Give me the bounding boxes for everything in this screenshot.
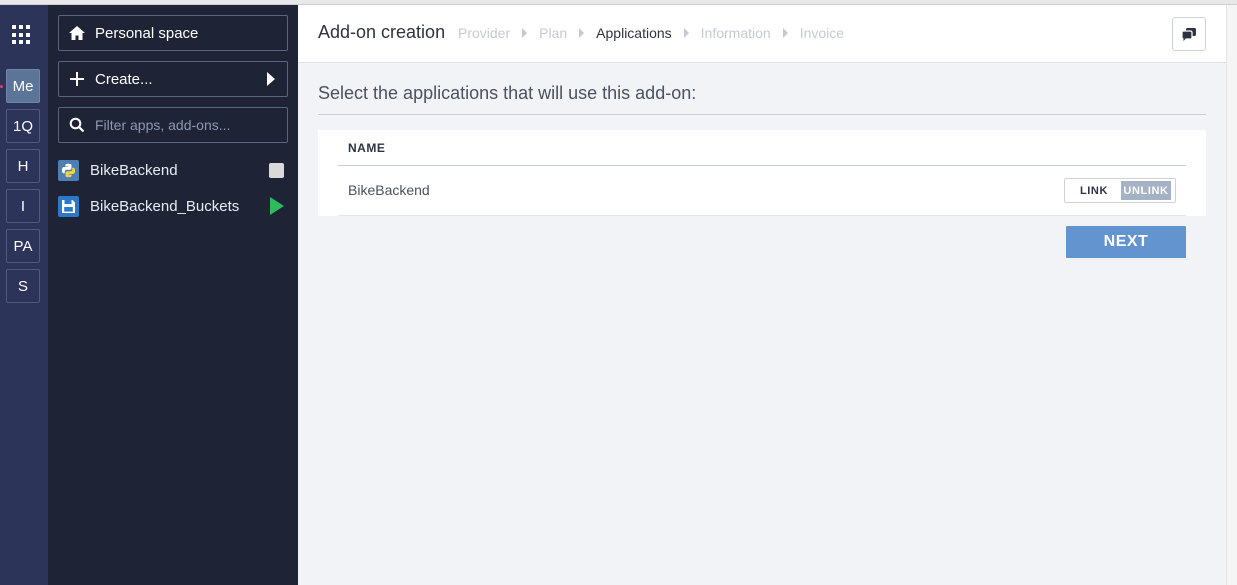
org-button-1q[interactable]: 1Q xyxy=(6,109,40,143)
org-button-pa[interactable]: PA xyxy=(6,229,40,263)
personal-space-label: Personal space xyxy=(95,24,199,42)
link-option[interactable]: LINK xyxy=(1067,181,1121,200)
step-information: Information xyxy=(700,25,771,41)
sidebar-app-bikebackend-buckets[interactable]: BikeBackend_Buckets xyxy=(58,193,288,219)
next-button[interactable]: NEXT xyxy=(1066,226,1186,258)
applications-table: NAME BikeBackend LINK UNLINK xyxy=(318,130,1206,216)
sidebar-app-label: BikeBackend_Buckets xyxy=(90,197,240,215)
search-icon xyxy=(59,117,95,133)
step-plan: Plan xyxy=(539,25,568,41)
unlink-option[interactable]: UNLINK xyxy=(1121,181,1171,200)
create-button[interactable]: Create... xyxy=(58,61,288,97)
link-unlink-toggle[interactable]: LINK UNLINK xyxy=(1064,178,1176,203)
filter-search-box xyxy=(58,107,288,143)
divider xyxy=(318,114,1206,115)
org-button-h[interactable]: H xyxy=(6,149,40,183)
floppy-disk-icon xyxy=(58,195,79,217)
apps-grid-icon[interactable] xyxy=(12,25,32,45)
divider xyxy=(338,215,1186,216)
step-invoice: Invoice xyxy=(799,25,845,41)
org-button-s[interactable]: S xyxy=(6,269,40,303)
vertical-scrollbar[interactable] xyxy=(1226,5,1237,585)
table-row-app-name: BikeBackend xyxy=(348,182,430,198)
filter-input[interactable] xyxy=(95,117,275,133)
breadcrumb-arrow-icon xyxy=(782,28,788,38)
running-status-icon xyxy=(270,197,284,215)
step-applications: Applications xyxy=(596,25,672,41)
org-button-me[interactable]: Me xyxy=(6,69,40,103)
notification-dot xyxy=(0,85,3,88)
section-subtitle: Select the applications that will use th… xyxy=(318,83,697,103)
personal-space-button[interactable]: Personal space xyxy=(58,15,288,51)
caret-right-icon xyxy=(267,72,275,86)
org-button-i[interactable]: I xyxy=(6,189,40,223)
sidebar-app-bikebackend[interactable]: BikeBackend xyxy=(58,157,288,183)
page-title: Add-on creation xyxy=(318,22,446,42)
python-icon xyxy=(58,159,79,181)
step-breadcrumb: Provider Plan Applications Information I… xyxy=(458,25,844,41)
main-content: Add-on creation Provider Plan Applicatio… xyxy=(298,5,1226,585)
divider xyxy=(338,165,1186,166)
home-icon xyxy=(59,25,95,41)
chat-button[interactable] xyxy=(1172,17,1206,51)
breadcrumb-arrow-icon xyxy=(683,28,689,38)
sidebar-app-label: BikeBackend xyxy=(90,161,178,179)
stopped-status-icon xyxy=(269,163,284,178)
breadcrumb-arrow-icon xyxy=(579,28,585,38)
column-header-name: NAME xyxy=(348,141,386,155)
step-provider: Provider xyxy=(458,25,511,41)
chat-icon xyxy=(1181,27,1196,41)
create-label: Create... xyxy=(95,70,153,88)
sidebar: Personal space Create... BikeBackend Bik… xyxy=(48,5,298,585)
organisation-rail: Me 1Q H I PA S xyxy=(0,5,48,585)
breadcrumb-arrow-icon xyxy=(522,28,528,38)
plus-icon xyxy=(59,71,95,87)
page-header: Add-on creation Provider Plan Applicatio… xyxy=(298,5,1226,63)
